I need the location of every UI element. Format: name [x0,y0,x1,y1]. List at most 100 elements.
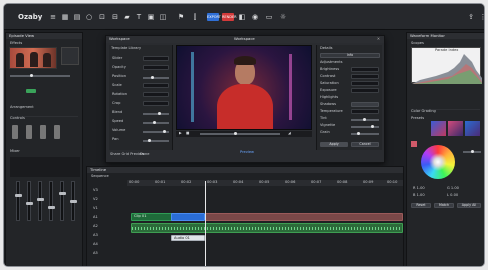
circle-icon[interactable]: ○ [84,12,94,22]
option-field[interactable] [143,92,169,97]
match-button[interactable]: Match [434,203,454,208]
reset-button[interactable]: Reset [411,203,431,208]
timecode: 00:10 [387,180,398,184]
option-label: Crop [112,101,121,105]
mixer-knobs[interactable] [10,157,80,177]
left-panel-title: Episode View [6,33,82,39]
fader-5[interactable] [59,181,66,221]
inspector-label: Temperature [320,109,343,113]
fader-6[interactable] [70,181,77,221]
play-icon[interactable]: ▶ [179,131,182,136]
option-field[interactable] [143,65,169,70]
inspector-slider[interactable] [351,132,379,135]
grid-icon[interactable]: ▦ [60,12,70,22]
viewer-window: Workspace Workspace ✕ Template Library S… [105,35,385,163]
viewer-titlebar: Workspace Workspace ✕ [106,36,384,43]
stop-icon[interactable]: ■ [186,131,189,136]
volume-icon[interactable]: ◢ [288,131,291,136]
inspector-label: Tint [320,116,327,120]
menu-icon[interactable]: ≡ [48,12,58,22]
folder-icon[interactable]: ▰ [122,12,132,22]
color-wheel[interactable] [421,145,455,179]
fader-1[interactable] [15,181,22,221]
inspector-field[interactable] [351,81,379,86]
layers-icon[interactable]: ▤ [72,12,82,22]
timecode: 00:04 [233,180,244,184]
export-button[interactable]: EXPORT [207,13,221,21]
option-slider[interactable] [143,130,169,133]
cancel-button[interactable]: Cancel [351,142,379,147]
playhead[interactable] [205,181,206,266]
track-label: A2 [93,224,98,228]
apply-all-button[interactable]: Apply All [457,203,481,208]
sun-icon[interactable]: ☼ [278,12,288,22]
color-chip[interactable] [411,141,417,147]
crop-icon[interactable]: ⊡ [97,12,107,22]
title-clip[interactable]: Audio 01 [171,235,205,241]
preset-swatch[interactable] [465,121,480,136]
done-label[interactable]: Done [140,152,149,157]
inspector-field[interactable] [351,109,379,114]
text-icon[interactable]: T [134,12,144,22]
grading-title: Color Grading [411,109,436,113]
video-clip-2[interactable] [205,213,403,221]
time-ruler[interactable]: 00:00 00:01 00:02 00:03 00:04 00:05 00:0… [127,180,403,186]
eye-icon[interactable]: ◉ [250,12,260,22]
thumbnail-options[interactable] [61,47,79,65]
inspector-slider[interactable] [351,125,379,128]
video-preview[interactable] [176,45,312,130]
option-slider[interactable] [143,112,169,115]
media-thumbnail[interactable] [9,47,57,69]
track-label: V2 [93,197,98,201]
option-field[interactable] [143,56,169,61]
timeline-title: Timeline [87,167,403,173]
more-icon[interactable]: ⋮ [478,12,485,22]
selected-clip[interactable] [171,213,205,221]
inspector-field[interactable] [351,88,379,93]
audio-icon[interactable]: ◧ [237,12,247,22]
monitor-icon[interactable]: ▭ [264,12,274,22]
transition-icon[interactable]: ◫ [158,12,168,22]
inspector-label: Exposure [320,88,337,92]
clip-label: Clip 01 [134,214,147,218]
timecode: 00:06 [285,180,296,184]
option-label: Position [112,74,126,78]
close-icon[interactable]: ✕ [377,36,380,42]
inspector-slider[interactable] [351,118,379,121]
scrub-slider[interactable] [200,132,280,135]
wheel-slider[interactable] [463,150,481,153]
option-field[interactable] [143,83,169,88]
timecode: 00:00 [129,180,140,184]
flag-icon[interactable]: ⚑ [176,12,186,22]
trim-icon[interactable]: ⊟ [110,12,120,22]
split-icon[interactable]: ⫿ [190,12,200,22]
zoom-slider[interactable] [10,74,70,77]
inspector-title: Details [320,46,333,50]
option-slider[interactable] [143,139,169,142]
option-slider[interactable] [143,76,169,79]
audio-clip[interactable] [131,223,403,233]
fader-4[interactable] [48,181,55,221]
option-label: Rotation [112,92,128,96]
fader-2[interactable] [26,181,33,221]
apply-button[interactable]: Apply [320,142,348,147]
fader-3[interactable] [37,181,44,221]
inspector-toggle[interactable] [351,102,379,107]
preset-swatch[interactable] [448,121,463,136]
render-button[interactable]: RENDER [222,13,237,21]
mixer-label: Mixer [10,149,20,153]
controls-label: Controls [10,116,25,120]
option-slider[interactable] [143,121,169,124]
preset-swatch[interactable] [431,121,446,136]
inspector-tab[interactable]: Info [320,53,380,58]
inspector-panel: Details Info Adjustments Brightness Cont… [316,45,382,150]
inspector-field[interactable] [351,67,379,72]
option-field[interactable] [143,101,169,106]
option-label: Speed [112,119,124,123]
inspector-field[interactable] [351,74,379,79]
left-panel: Episode View Effects Arrangement Control… [5,32,83,266]
timecode: 00:05 [259,180,270,184]
share-icon[interactable]: ⇪ [466,12,476,22]
template-library: Template Library Slider Opacity Position… [109,45,173,150]
media-icon[interactable]: ▣ [146,12,156,22]
